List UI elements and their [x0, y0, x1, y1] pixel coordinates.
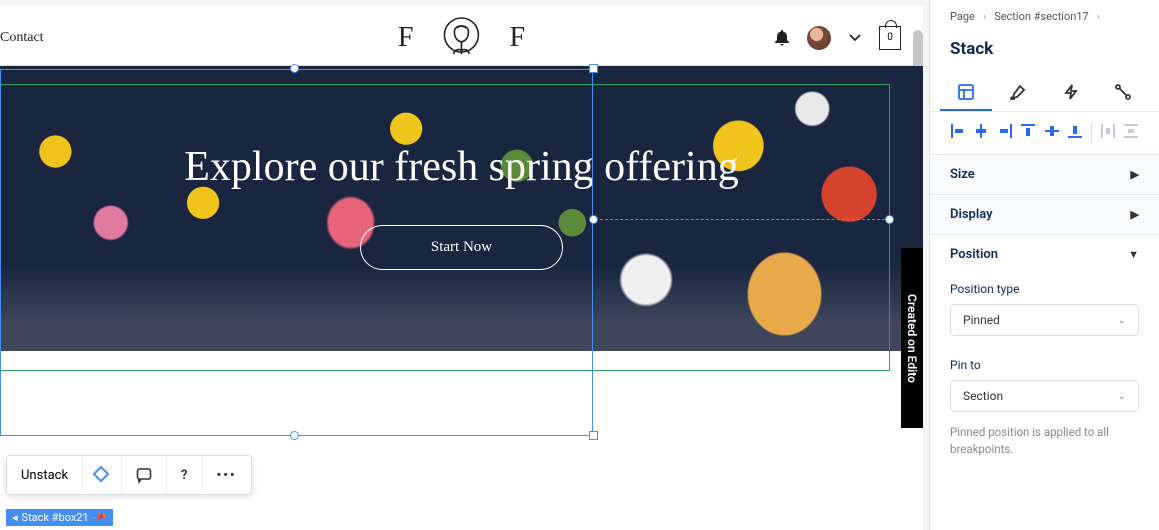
- rose-icon: [440, 16, 484, 60]
- position-type-value: Pinned: [963, 313, 1000, 327]
- pin-to-label: Pin to: [950, 358, 1139, 372]
- handle-br[interactable]: [589, 431, 598, 440]
- tab-style[interactable]: [992, 75, 1044, 111]
- logo-letter-right: F: [510, 22, 526, 54]
- chevron-down-icon: ⌄: [1118, 315, 1126, 326]
- unstack-button[interactable]: Unstack: [7, 456, 83, 494]
- section-size[interactable]: Size ▶: [930, 155, 1159, 195]
- shopping-bag[interactable]: 0: [879, 26, 901, 50]
- chevron-down-icon: ⌄: [1118, 391, 1126, 402]
- align-center-h[interactable]: [970, 121, 994, 145]
- align-center-v[interactable]: [1040, 121, 1064, 145]
- comment-icon: [136, 467, 152, 483]
- canvas-area[interactable]: Contact F F: [0, 0, 929, 530]
- hero-section[interactable]: Explore our fresh spring offering Start …: [0, 66, 923, 351]
- distribute-v[interactable]: [1120, 121, 1144, 145]
- position-type-label: Position type: [950, 282, 1139, 296]
- breadcrumb: Page › Section #section17 ›: [930, 0, 1159, 33]
- comment-button[interactable]: [122, 456, 167, 494]
- help-button[interactable]: ?: [167, 456, 202, 494]
- avatar[interactable]: [807, 26, 831, 50]
- unstack-label: Unstack: [21, 468, 68, 483]
- cart-count: 0: [887, 32, 893, 43]
- nav-link-contact[interactable]: Contact: [0, 30, 44, 46]
- element-tag[interactable]: ◂ Stack #box21 📌: [6, 509, 113, 526]
- align-right[interactable]: [993, 121, 1017, 145]
- bell-icon[interactable]: [775, 30, 789, 46]
- animation-button[interactable]: [83, 456, 122, 494]
- pin-icon: 📌: [91, 510, 107, 526]
- section-position[interactable]: Position ▼: [930, 235, 1159, 274]
- side-badge[interactable]: Created on Edito: [901, 248, 923, 428]
- distribute-h[interactable]: [1096, 121, 1120, 145]
- brush-icon: [1010, 84, 1026, 100]
- more-button[interactable]: •••: [203, 456, 251, 494]
- crumb-page[interactable]: Page: [950, 10, 975, 23]
- crumb-section[interactable]: Section #section17: [994, 10, 1089, 23]
- hero-heading[interactable]: Explore our fresh spring offering: [184, 141, 738, 194]
- chevron-right-icon: ▶: [1131, 168, 1139, 181]
- more-icon: •••: [217, 468, 237, 483]
- lightning-icon: [1064, 84, 1078, 100]
- site-logo[interactable]: F F: [398, 16, 525, 60]
- tab-settings[interactable]: [1097, 75, 1149, 111]
- path-icon: [1115, 84, 1131, 100]
- pin-to-select[interactable]: Section ⌄: [950, 380, 1139, 412]
- section-position-label: Position: [950, 247, 998, 262]
- hero-cta-button[interactable]: Start Now: [360, 225, 563, 270]
- section-display[interactable]: Display ▶: [930, 195, 1159, 235]
- chevron-right-icon: ›: [983, 10, 986, 23]
- section-display-label: Display: [950, 207, 993, 222]
- chevron-right-icon: ▶: [1131, 208, 1139, 221]
- position-type-select[interactable]: Pinned ⌄: [950, 304, 1139, 336]
- floating-toolbar: Unstack ? •••: [6, 455, 252, 495]
- align-bottom[interactable]: [1064, 121, 1088, 145]
- align-row: [930, 112, 1159, 155]
- pin-to-value: Section: [963, 389, 1003, 403]
- align-top[interactable]: [1017, 121, 1041, 145]
- site-header: Contact F F: [0, 6, 923, 66]
- chevron-right-icon: ›: [1097, 10, 1100, 23]
- position-info-text: Pinned position is applied to all breakp…: [930, 416, 1159, 467]
- align-left[interactable]: [946, 121, 970, 145]
- chevron-down-icon[interactable]: [849, 34, 861, 42]
- panel-title: Stack: [930, 33, 1159, 75]
- help-icon: ?: [181, 468, 187, 483]
- handle-bottom[interactable]: [290, 431, 299, 440]
- element-tag-label: Stack #box21: [22, 511, 89, 524]
- section-size-label: Size: [950, 167, 975, 182]
- chevron-down-icon: ▼: [1128, 248, 1139, 261]
- layout-icon: [958, 84, 974, 100]
- element-tag-arrow: ◂: [12, 511, 18, 524]
- inspector-panel: Page › Section #section17 › Stack: [929, 0, 1159, 530]
- logo-letter-left: F: [398, 22, 414, 54]
- tab-layout[interactable]: [940, 75, 992, 111]
- tab-interactions[interactable]: [1045, 75, 1097, 111]
